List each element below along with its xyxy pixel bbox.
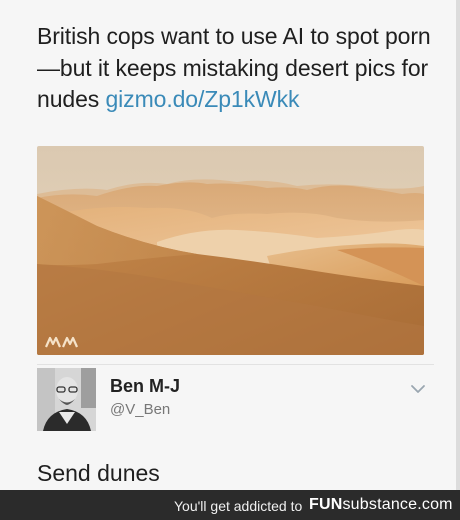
brand-rest: substance: [342, 496, 418, 513]
avatar[interactable]: [37, 368, 96, 431]
tweet-card: British cops want to use AI to spot porn…: [0, 0, 460, 490]
brand-suffix: .com: [417, 496, 453, 513]
author-handle[interactable]: @V_Ben: [110, 401, 170, 418]
double-m-watermark-icon: [45, 335, 79, 349]
site-brand-logo[interactable]: FUNsubstance.com: [309, 496, 453, 514]
desert-dunes-image[interactable]: [37, 146, 424, 355]
scroll-edge: [456, 0, 460, 490]
chevron-down-icon[interactable]: [408, 381, 428, 397]
site-footer-banner: You'll get addicted to FUNsubstance.com: [0, 490, 460, 520]
brand-fun: FUN: [309, 496, 343, 513]
divider: [37, 364, 434, 365]
avatar-photo: [37, 368, 96, 431]
author-name[interactable]: Ben M-J: [110, 376, 180, 397]
desert-dunes-illustration: [37, 146, 424, 355]
tweet-link[interactable]: gizmo.do/Zp1kWkk: [105, 86, 299, 112]
tweet-text: British cops want to use AI to spot porn…: [37, 21, 437, 116]
reply-text: Send dunes: [37, 460, 160, 486]
footer-tagline: You'll get addicted to: [174, 498, 303, 514]
